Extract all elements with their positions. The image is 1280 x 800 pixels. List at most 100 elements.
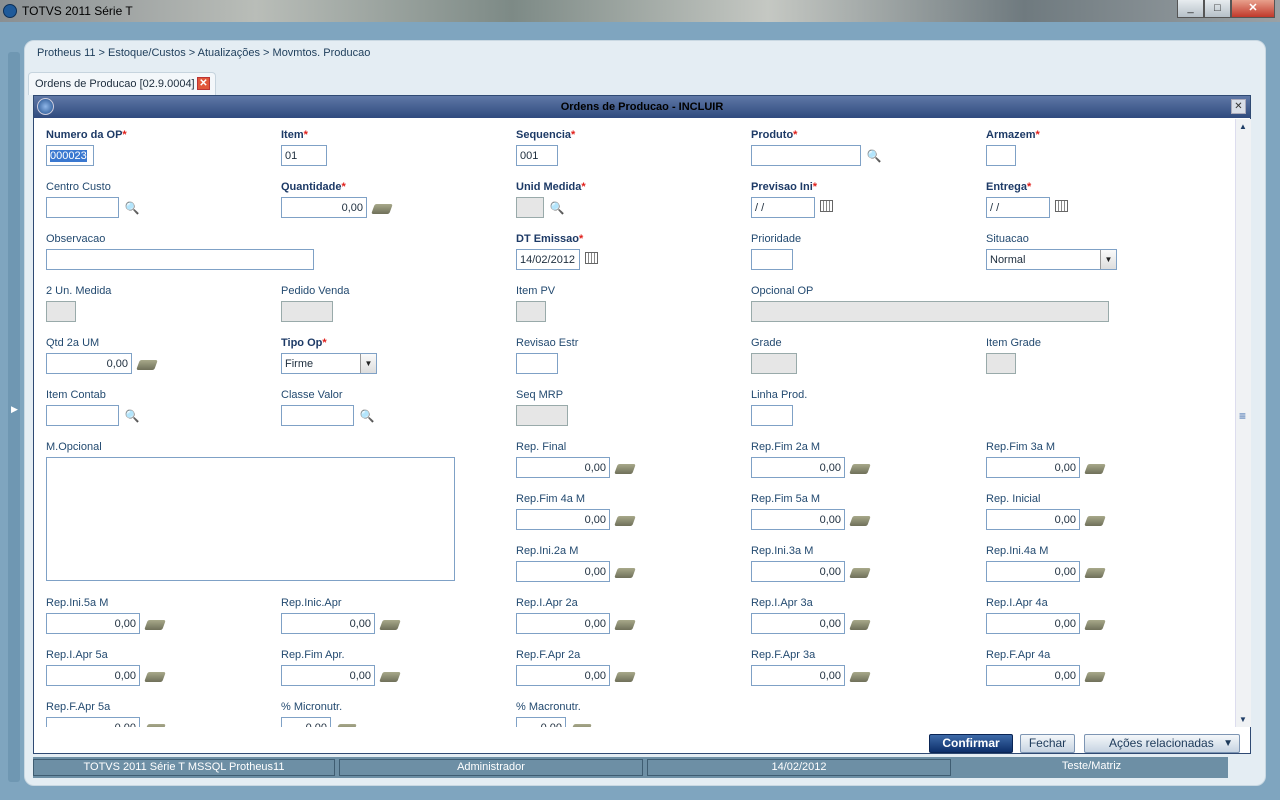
input-rep-f-apr-4a[interactable]: 0,00: [986, 665, 1080, 686]
input-rep-f-apr-3a[interactable]: 0,00: [751, 665, 845, 686]
input-rep-f-apr-5a[interactable]: 0,00: [46, 717, 140, 727]
input-rep-ini-5a-m[interactable]: 0,00: [46, 613, 140, 634]
calculator-icon[interactable]: [849, 516, 871, 526]
calculator-icon[interactable]: [144, 724, 166, 727]
input-micronutr[interactable]: 0,00: [281, 717, 331, 727]
input-entrega[interactable]: / /: [986, 197, 1050, 218]
input-quantidade[interactable]: 0,00: [281, 197, 367, 218]
calculator-icon[interactable]: [849, 464, 871, 474]
input-rep-ini-4a-m[interactable]: 0,00: [986, 561, 1080, 582]
maximize-button[interactable]: □: [1204, 0, 1231, 18]
scroll-down-icon[interactable]: ▼: [1239, 715, 1247, 724]
calculator-icon[interactable]: [614, 672, 636, 682]
input-qtd-2a-um[interactable]: 0,00: [46, 353, 132, 374]
input-item-contab[interactable]: [46, 405, 119, 426]
calculator-icon[interactable]: [144, 672, 166, 682]
input-rep-fim-apr[interactable]: 0,00: [281, 665, 375, 686]
input-rep-i-apr-4a[interactable]: 0,00: [986, 613, 1080, 634]
calculator-icon[interactable]: [614, 620, 636, 630]
search-icon[interactable]: 🔍: [124, 200, 140, 216]
chevron-down-icon[interactable]: ▼: [1100, 250, 1116, 269]
calculator-icon[interactable]: [614, 568, 636, 578]
close-button[interactable]: Fechar: [1020, 734, 1075, 753]
calendar-icon[interactable]: [820, 200, 833, 212]
label-grade: Grade: [751, 337, 782, 349]
input-2-un-medida[interactable]: [46, 301, 76, 322]
input-previsao-ini[interactable]: / /: [751, 197, 815, 218]
calculator-icon[interactable]: [1084, 672, 1106, 682]
input-opcional-op[interactable]: [751, 301, 1109, 322]
input-rep-fim-2a-m[interactable]: 0,00: [751, 457, 845, 478]
calculator-icon[interactable]: [371, 204, 393, 214]
search-icon[interactable]: 🔍: [359, 408, 375, 424]
chevron-down-icon[interactable]: ▼: [360, 354, 376, 373]
input-prioridade[interactable]: [751, 249, 793, 270]
minimize-button[interactable]: _: [1177, 0, 1204, 18]
select-tipo-op[interactable]: Firme ▼: [281, 353, 377, 374]
input-sequencia[interactable]: 001: [516, 145, 558, 166]
scroll-up-icon[interactable]: ▲: [1239, 122, 1247, 131]
input-numero-da-op[interactable]: 000023: [46, 145, 94, 166]
input-grade[interactable]: [751, 353, 797, 374]
label-rep-f-apr-3a: Rep.F.Apr 3a: [751, 649, 815, 661]
input-dt-emissao[interactable]: 14/02/2012: [516, 249, 580, 270]
calculator-icon[interactable]: [849, 672, 871, 682]
input-item-pv[interactable]: [516, 301, 546, 322]
scroll-thumb-icon[interactable]: ≡: [1239, 409, 1246, 423]
input-armazem[interactable]: [986, 145, 1016, 166]
input-rep-fim-4a-m[interactable]: 0,00: [516, 509, 610, 530]
input-rep-i-apr-3a[interactable]: 0,00: [751, 613, 845, 634]
search-icon[interactable]: 🔍: [549, 200, 565, 216]
input-pedido-venda[interactable]: [281, 301, 333, 322]
select-situacao[interactable]: Normal ▼: [986, 249, 1117, 270]
input-classe-valor[interactable]: [281, 405, 354, 426]
close-window-button[interactable]: ✕: [1231, 0, 1275, 18]
vertical-scrollbar[interactable]: ▲ ≡ ▼: [1235, 119, 1251, 727]
input-rep-ini-2a-m[interactable]: 0,00: [516, 561, 610, 582]
related-actions-button[interactable]: Ações relacionadas ▼: [1084, 734, 1240, 753]
confirm-button[interactable]: Confirmar: [929, 734, 1013, 753]
input-macronutr[interactable]: 0,00: [516, 717, 566, 727]
close-tab-icon[interactable]: ✕: [197, 77, 210, 90]
input-revisao-estr[interactable]: [516, 353, 558, 374]
calculator-icon[interactable]: [335, 724, 357, 727]
calendar-icon[interactable]: [1055, 200, 1068, 212]
search-icon[interactable]: 🔍: [124, 408, 140, 424]
input-rep-ini-3a-m[interactable]: 0,00: [751, 561, 845, 582]
input-rep-inic-apr[interactable]: 0,00: [281, 613, 375, 634]
input-observacao[interactable]: [46, 249, 314, 270]
calculator-icon[interactable]: [1084, 568, 1106, 578]
calculator-icon[interactable]: [849, 568, 871, 578]
calculator-icon[interactable]: [1084, 516, 1106, 526]
calculator-icon[interactable]: [614, 516, 636, 526]
input-produto[interactable]: [751, 145, 861, 166]
input-rep-final[interactable]: 0,00: [516, 457, 610, 478]
input-rep-i-apr-2a[interactable]: 0,00: [516, 613, 610, 634]
input-item-grade[interactable]: [986, 353, 1016, 374]
input-rep-fim-3a-m[interactable]: 0,00: [986, 457, 1080, 478]
calculator-icon[interactable]: [136, 360, 158, 370]
input-unid-medida[interactable]: [516, 197, 544, 218]
side-panel-handle[interactable]: ▶: [8, 52, 20, 782]
input-item[interactable]: 01: [281, 145, 327, 166]
calculator-icon[interactable]: [379, 620, 401, 630]
calculator-icon[interactable]: [570, 724, 592, 727]
input-rep-i-apr-5a[interactable]: 0,00: [46, 665, 140, 686]
input-linha-prod[interactable]: [751, 405, 793, 426]
search-icon[interactable]: 🔍: [866, 148, 882, 164]
input-seq-mrp[interactable]: [516, 405, 568, 426]
calculator-icon[interactable]: [614, 464, 636, 474]
input-rep-f-apr-2a[interactable]: 0,00: [516, 665, 610, 686]
textarea-m-opcional[interactable]: [46, 457, 455, 581]
input-centro-custo[interactable]: [46, 197, 119, 218]
input-rep-fim-5a-m[interactable]: 0,00: [751, 509, 845, 530]
calculator-icon[interactable]: [144, 620, 166, 630]
tab-ordens-de-producao[interactable]: Ordens de Producao [02.9.0004] ✕: [28, 72, 216, 95]
input-rep-inicial[interactable]: 0,00: [986, 509, 1080, 530]
close-form-button[interactable]: ✕: [1231, 99, 1246, 114]
calendar-icon[interactable]: [585, 252, 598, 264]
calculator-icon[interactable]: [379, 672, 401, 682]
calculator-icon[interactable]: [849, 620, 871, 630]
calculator-icon[interactable]: [1084, 464, 1106, 474]
calculator-icon[interactable]: [1084, 620, 1106, 630]
